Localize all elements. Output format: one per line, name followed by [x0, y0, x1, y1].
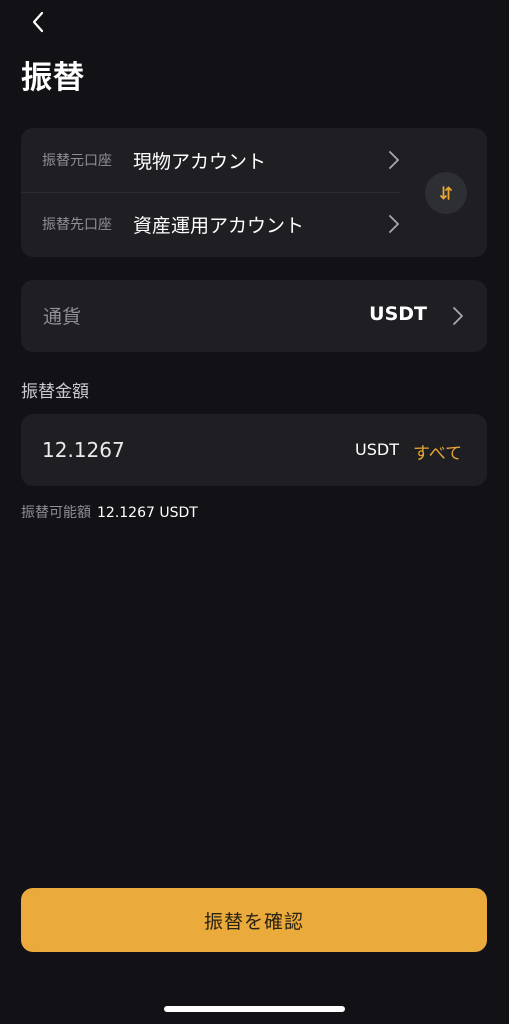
page-title: 振替	[21, 60, 85, 96]
available-balance-value: 12.1267 USDT	[97, 505, 198, 521]
chevron-left-icon	[32, 11, 44, 33]
currency-value: USDT	[369, 303, 427, 325]
swap-vertical-icon	[440, 186, 452, 200]
to-account-label: 振替先口座	[42, 217, 112, 233]
available-balance: 振替可能額 12.1267 USDT	[21, 502, 198, 522]
confirm-transfer-button[interactable]: 振替を確認	[21, 888, 487, 952]
to-account-row[interactable]: 振替先口座 資産運用アカウント	[21, 192, 421, 256]
available-balance-label: 振替可能額	[21, 505, 91, 521]
home-indicator	[164, 1006, 345, 1012]
confirm-transfer-label: 振替を確認	[203, 911, 304, 933]
amount-field: USDT すべて	[21, 414, 487, 486]
from-account-value: 現物アカウント	[133, 150, 267, 173]
from-account-label: 振替元口座	[42, 153, 112, 169]
amount-section-title: 振替金額	[21, 382, 89, 402]
back-button[interactable]	[24, 8, 52, 36]
chevron-right-icon	[453, 307, 463, 325]
currency-selector[interactable]: 通貨 USDT	[21, 280, 487, 352]
swap-accounts-button[interactable]	[425, 172, 467, 214]
to-account-value: 資産運用アカウント	[133, 214, 305, 237]
currency-label: 通貨	[43, 306, 82, 328]
chevron-right-icon	[389, 151, 399, 169]
amount-input[interactable]	[42, 436, 302, 464]
amount-unit: USDT	[355, 440, 399, 459]
chevron-right-icon	[389, 215, 399, 233]
from-account-row[interactable]: 振替元口座 現物アカウント	[21, 128, 421, 192]
account-selector-card: 振替元口座 現物アカウント 振替先口座 資産運用アカウント	[21, 128, 487, 257]
max-amount-button[interactable]: すべて	[413, 439, 462, 464]
